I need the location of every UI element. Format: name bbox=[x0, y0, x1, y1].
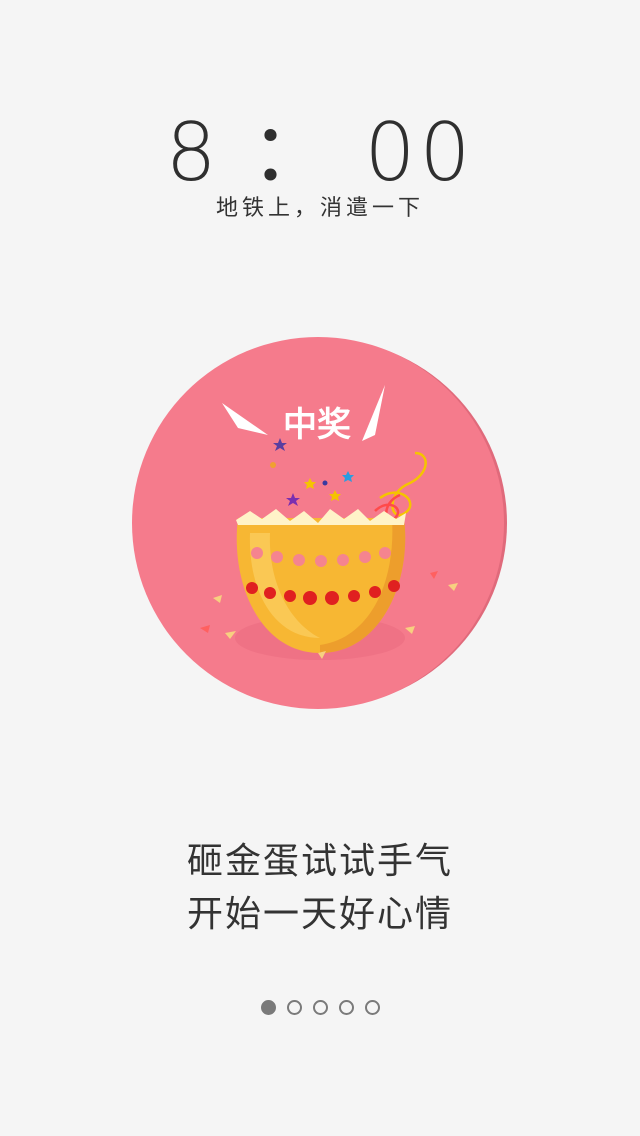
confetti-dot bbox=[322, 480, 328, 486]
clock: 8 ： 00 bbox=[0, 108, 640, 198]
golden-egg-icon: 中奖 bbox=[132, 337, 507, 709]
clock-separator: ： bbox=[250, 106, 335, 199]
caption: 地铁上，消遣一下 bbox=[215, 196, 424, 221]
page-dot-2[interactable] bbox=[286, 1000, 302, 1015]
clock-hour: 8 bbox=[165, 106, 221, 199]
page-dot-4[interactable] bbox=[338, 1000, 354, 1015]
prize-badge-text: 中奖 bbox=[283, 405, 351, 445]
headline-line-1: 砸金蛋试试手气 bbox=[186, 841, 453, 882]
page-dot-5[interactable] bbox=[364, 1000, 380, 1015]
clock-minute: 00 bbox=[364, 106, 475, 199]
page-dot-3[interactable] bbox=[312, 1000, 328, 1015]
confetti-dot bbox=[270, 462, 276, 468]
page-dot-1[interactable] bbox=[260, 1000, 276, 1015]
page-indicator bbox=[0, 1000, 640, 1015]
headline-line-2: 开始一天好心情 bbox=[186, 894, 453, 935]
